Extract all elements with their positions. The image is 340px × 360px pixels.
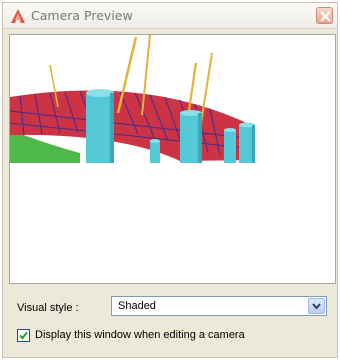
- window-title: Camera Preview: [31, 8, 133, 23]
- autocad-a-icon: [10, 8, 26, 24]
- dropdown-arrow-button[interactable]: [308, 298, 325, 314]
- camera-preview-viewport: [9, 34, 336, 284]
- camera-preview-dialog: Camera Preview Visual style: Shaded Dis…: [2, 2, 338, 358]
- visual-style-value: Shaded: [118, 300, 156, 312]
- title-bar[interactable]: Camera Preview: [3, 3, 337, 29]
- visual-style-dropdown[interactable]: Shaded: [111, 296, 327, 316]
- visual-style-label: Visual style :: [17, 302, 79, 314]
- display-window-checkbox-row[interactable]: Display this window when editing a camer…: [17, 328, 317, 344]
- checkmark-icon: [19, 331, 28, 340]
- display-window-checkbox[interactable]: [17, 329, 30, 342]
- display-window-checkbox-label: Display this window when editing a camer…: [35, 329, 245, 341]
- close-icon: [320, 11, 331, 22]
- close-button[interactable]: [316, 7, 333, 24]
- chevron-down-icon: [312, 303, 321, 310]
- camera-preview-scene: [10, 35, 256, 163]
